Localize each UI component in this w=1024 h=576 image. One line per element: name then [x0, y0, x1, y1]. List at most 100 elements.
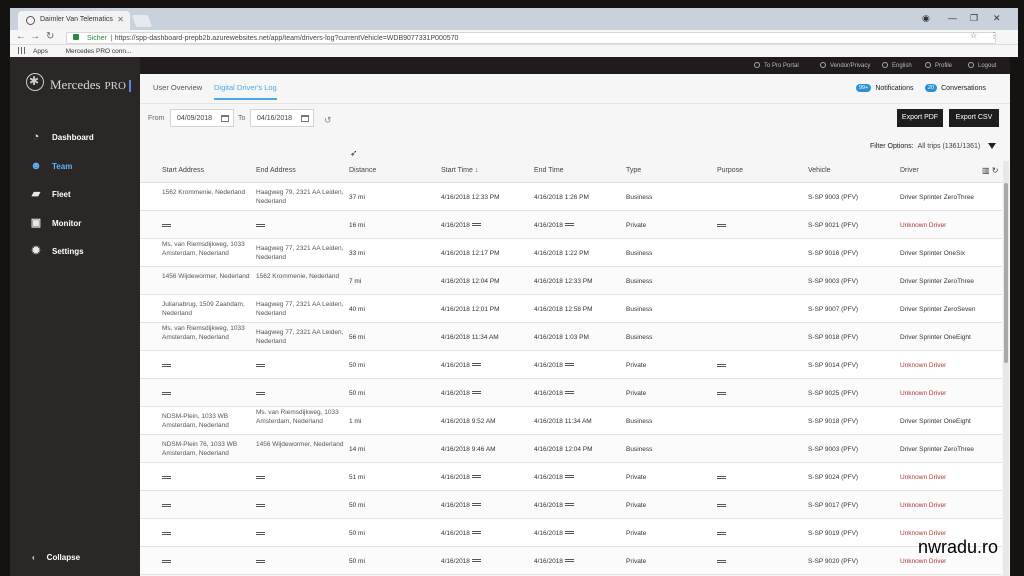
language-selector[interactable]: English — [882, 62, 912, 69]
table-row[interactable]: Ms. van Riemsdijkweg, 1033 Amsterdam, Ne… — [140, 323, 1002, 351]
cell-driver: Driver Sprinter ZeroSeven — [900, 305, 976, 313]
col-type[interactable]: Type — [626, 167, 641, 174]
col-start-time[interactable]: Start Time ↓ — [441, 167, 478, 174]
table-row[interactable]: 51 mi 4/16/2018 4/16/2018 Private S-SP 9024 … — [140, 463, 1002, 491]
photo-frame: Daimler Van Telematics ✕ ◉ — ❐ ✕ ← → ↻ S… — [0, 0, 1024, 576]
profile-link[interactable]: Profile — [925, 62, 952, 69]
cell-type: Business — [626, 333, 653, 341]
hidden-time-icon — [471, 362, 481, 366]
to-date-input[interactable]: 04/16/2018 — [250, 109, 314, 127]
table-row[interactable]: 50 mi 4/16/2018 4/16/2018 Private S-SP 9014 … — [140, 351, 1002, 379]
col-purpose[interactable]: Purpose — [717, 167, 743, 174]
logout-link[interactable]: Logout — [968, 62, 996, 69]
table-row[interactable]: 50 mi 4/16/2018 4/16/2018 Private S-SP 9020 … — [140, 547, 1002, 575]
close-tab-icon[interactable]: ✕ — [117, 15, 124, 24]
cell-type: Private — [626, 221, 647, 229]
browser-tab[interactable]: Daimler Van Telematics ✕ — [18, 11, 130, 30]
table-row[interactable]: 50 mi 4/16/2018 4/16/2018 Private S-SP 9025 … — [140, 379, 1002, 407]
maximize-icon[interactable]: ❐ — [970, 13, 978, 24]
sidebar-item-dashboard[interactable]: ◔ Dashboard — [30, 131, 130, 147]
col-end-address[interactable]: End Address — [256, 167, 296, 174]
profile-icon[interactable]: ◉ — [922, 13, 930, 24]
from-date-input[interactable]: 04/09/2018 — [170, 109, 234, 127]
reset-icon[interactable]: ↺ — [324, 115, 332, 126]
url-field[interactable]: Sicher | https://spp-dashboard-prepb2b.az… — [66, 32, 996, 44]
table-row[interactable]: Ms. van Riemsdijkweg, 1033 Amsterdam, Ne… — [140, 239, 1002, 267]
new-tab-button[interactable] — [131, 15, 153, 27]
hidden-time-icon — [564, 390, 574, 394]
bookmark-mercedes-pro[interactable]: Mercedes PRO conn... — [66, 48, 132, 55]
col-driver[interactable]: Driver — [900, 167, 919, 174]
reload-icon[interactable]: ↻ — [46, 31, 54, 42]
cell-start-time: 4/16/2018 9:46 AM — [441, 445, 496, 453]
apps-grid-icon — [18, 47, 25, 54]
cell-type: Private — [626, 389, 647, 397]
sidebar-item-monitor[interactable]: ▣ Monitor — [30, 217, 130, 233]
forward-icon[interactable]: → — [30, 31, 40, 42]
hidden-time-icon — [471, 558, 481, 562]
conversations-button[interactable]: 20 Conversations — [925, 84, 986, 92]
hidden-data-icon — [717, 476, 726, 479]
filter-funnel-icon[interactable] — [988, 143, 997, 149]
table-row[interactable]: Julianabrug, 1509 Zaandam, Nederland Haag… — [140, 295, 1002, 323]
cell-start-time: 4/16/2018 12:04 PM — [441, 277, 500, 285]
table-row[interactable]: 50 mi 4/16/2018 4/16/2018 Private S-SP 9019 … — [140, 519, 1002, 547]
col-end-time[interactable]: End Time — [534, 167, 564, 174]
cell-start-time: 4/16/2018 — [441, 501, 481, 510]
tab-user-overview[interactable]: User Overview — [153, 83, 202, 92]
table-row[interactable]: 1456 Wijdewormer, Nederland 1562 Krommeni… — [140, 267, 1002, 295]
table-row[interactable]: NDSM-Plein 76, 1033 WB Amsterdam, Nederl… — [140, 435, 1002, 463]
cell-purpose — [717, 474, 726, 483]
sidebar-item-settings[interactable]: ✹ Settings — [30, 245, 130, 261]
pro-portal-link[interactable]: To Pro Portal — [754, 62, 799, 69]
columns-icon[interactable]: ▥ — [982, 166, 990, 175]
cell-end-address: Ms. van Riemsdijkweg, 1033 Amsterdam, Ne… — [256, 408, 339, 425]
gear-icon: ✹ — [31, 245, 41, 257]
collapse-button[interactable]: ‹ Collapse — [32, 553, 80, 562]
cell-end-address — [256, 362, 348, 371]
table-row[interactable]: NDSM-Plein, 1033 WB Amsterdam, Nederland… — [140, 407, 1002, 435]
cell-vehicle: S-SP 9018 (PFV) — [808, 417, 859, 425]
export-pdf-button[interactable]: Export PDF — [897, 109, 943, 127]
cell-distance: 50 mi — [349, 389, 365, 397]
close-window-icon[interactable]: ✕ — [993, 13, 1001, 24]
hidden-data-icon — [256, 532, 265, 535]
from-label: From — [148, 115, 165, 122]
cell-start-address: Julianabrug, 1509 Zaandam, Nederland — [162, 301, 245, 317]
filter-options[interactable]: Filter Options: All trips (1361/1361) — [870, 143, 997, 150]
export-csv-button[interactable]: Export CSV — [949, 109, 999, 127]
sidebar-item-fleet[interactable]: ▰ Fleet — [30, 188, 130, 204]
sidebar-item-team[interactable]: ☻ Team — [30, 160, 130, 176]
table-row[interactable]: 50 mi 4/16/2018 4/16/2018 Private S-SP 9017 … — [140, 491, 1002, 519]
bookmark-apps[interactable]: Apps — [18, 47, 56, 55]
cell-end-time: 4/16/2018 — [534, 557, 574, 566]
bookmark-star-icon[interactable]: ☆ — [970, 31, 977, 40]
cell-type: Business — [626, 445, 653, 453]
mouse-cursor-icon: ➶ — [350, 148, 358, 158]
table-row[interactable]: 1562 Krommenie, Nederland Haagweg 79, 232… — [140, 183, 1002, 211]
cell-end-time: 4/16/2018 — [534, 501, 574, 510]
menu-icon[interactable]: ⋮ — [990, 31, 998, 40]
cell-end-time: 4/16/2018 1:22 PM — [534, 249, 589, 257]
vendor-privacy-link[interactable]: Vendor/Privacy — [820, 62, 870, 69]
cell-vehicle: S-SP 9024 (PFV) — [808, 473, 859, 481]
hidden-data-icon — [162, 532, 171, 535]
col-distance[interactable]: Distance — [349, 167, 376, 174]
scrollbar-thumb[interactable] — [1004, 183, 1008, 363]
cell-end-time: 4/16/2018 — [534, 361, 574, 370]
col-vehicle[interactable]: Vehicle — [808, 167, 831, 174]
back-icon[interactable]: ← — [16, 31, 26, 42]
refresh-icon[interactable]: ↻ — [992, 166, 999, 175]
minimize-icon[interactable]: — — [948, 13, 957, 23]
table-row[interactable]: 16 mi 4/16/2018 4/16/2018 Private S-SP 9021 … — [140, 211, 1002, 239]
cell-driver: Unknown Driver — [900, 221, 947, 229]
calendar-icon[interactable] — [221, 115, 229, 122]
calendar-icon[interactable] — [301, 115, 309, 122]
cell-distance: 37 mi — [349, 193, 365, 201]
cell-vehicle: S-SP 9003 (PFV) — [808, 193, 859, 201]
col-start-address[interactable]: Start Address — [162, 167, 204, 174]
cell-driver: Driver Sprinter ZeroThree — [900, 193, 975, 201]
tab-digital-drivers-log[interactable]: Digital Driver's Log — [214, 83, 277, 100]
notifications-button[interactable]: 99+ Notifications — [856, 84, 913, 92]
hidden-data-icon — [256, 560, 265, 563]
